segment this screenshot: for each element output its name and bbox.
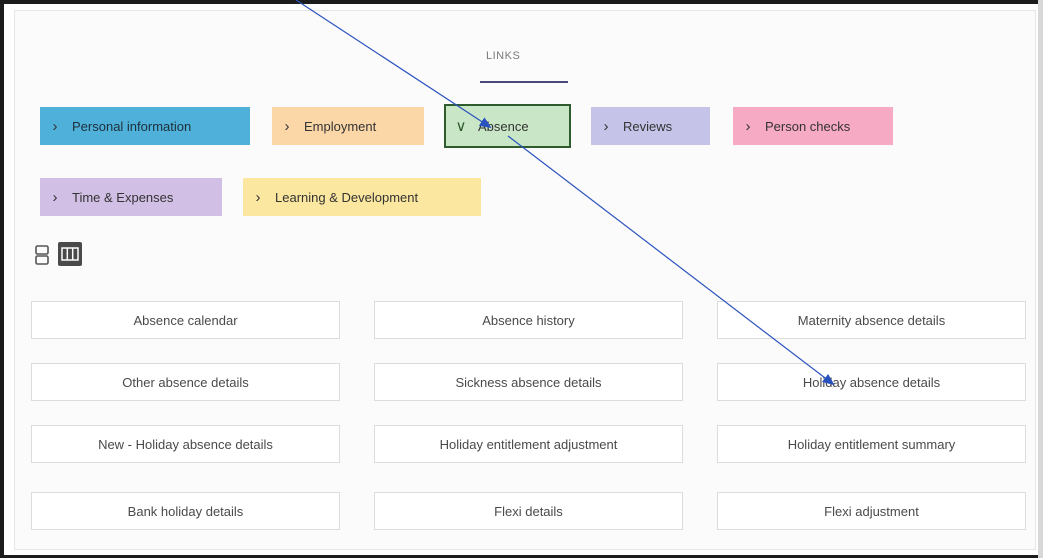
chevron-right-icon: › [284,117,290,135]
category-learning-development[interactable]: › Learning & Development [243,178,481,216]
category-reviews[interactable]: › Reviews [591,107,710,145]
link-flexi-details[interactable]: Flexi details [374,492,683,530]
link-maternity-absence-details[interactable]: Maternity absence details [717,301,1026,339]
grid-view-icon[interactable] [58,242,82,266]
chevron-right-icon: › [745,117,751,135]
link-holiday-absence-details[interactable]: Holiday absence details [717,363,1026,401]
category-label: Person checks [765,118,851,134]
category-label: Reviews [623,118,673,134]
chevron-right-icon: › [255,188,261,206]
category-employment[interactable]: › Employment [272,107,424,145]
category-person-checks[interactable]: › Person checks [733,107,893,145]
chevron-right-icon: › [52,188,58,206]
link-new-holiday-absence-details[interactable]: New - Holiday absence details [31,425,340,463]
link-bank-holiday-details[interactable]: Bank holiday details [31,492,340,530]
tab-active-indicator [480,81,568,83]
category-label: Employment [304,118,377,134]
link-holiday-entitlement-adjustment[interactable]: Holiday entitlement adjustment [374,425,683,463]
category-label: Time & Expenses [72,189,174,205]
tab-links[interactable]: LINKS [486,50,520,62]
category-label: Absence [478,118,529,134]
category-label: Personal information [72,118,192,134]
link-holiday-entitlement-summary[interactable]: Holiday entitlement summary [717,425,1026,463]
window-edge [1038,0,1043,558]
chevron-right-icon: › [52,117,58,135]
category-absence[interactable]: ∨ Absence [444,104,571,148]
link-absence-calendar[interactable]: Absence calendar [31,301,340,339]
link-flexi-adjustment[interactable]: Flexi adjustment [717,492,1026,530]
list-view-icon[interactable] [34,244,50,266]
category-time-expenses[interactable]: › Time & Expenses [40,178,222,216]
category-label: Learning & Development [275,189,419,205]
chevron-down-icon: ∨ [455,118,467,135]
link-absence-history[interactable]: Absence history [374,301,683,339]
category-personal-information[interactable]: › Personal information [40,107,250,145]
link-sickness-absence-details[interactable]: Sickness absence details [374,363,683,401]
chevron-right-icon: › [603,117,609,135]
links-panel [14,10,1036,550]
link-other-absence-details[interactable]: Other absence details [31,363,340,401]
